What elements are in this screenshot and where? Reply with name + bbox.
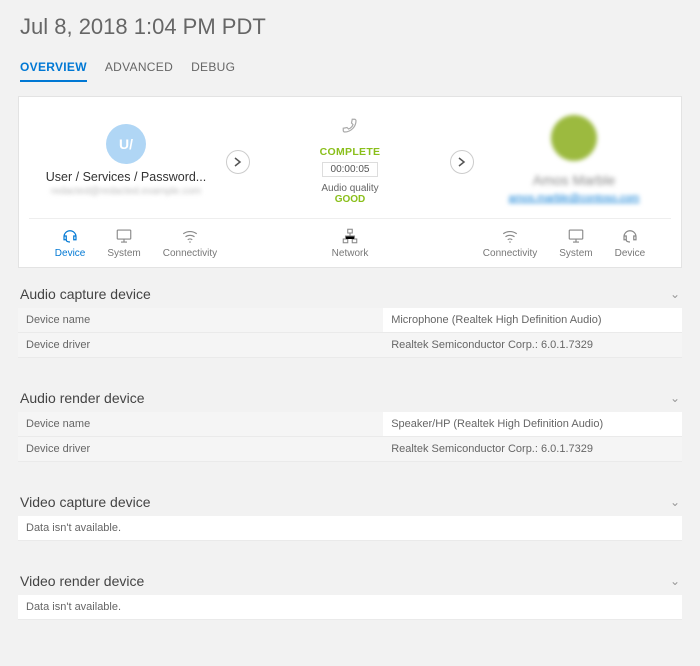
call-status: COMPLETE [259, 146, 441, 158]
chevron-right-icon[interactable] [450, 150, 474, 174]
tabs: OVERVIEW ADVANCED DEBUG [0, 50, 700, 82]
icon-tab-network[interactable]: Network [332, 227, 369, 259]
section-header[interactable]: Audio render device ⌄ [18, 382, 682, 412]
icon-label: Network [332, 248, 369, 259]
section-title: Audio render device [20, 390, 145, 406]
kv-key: Device driver [18, 437, 383, 462]
section-audio-render: Audio render device ⌄ Device nameSpeaker… [18, 382, 682, 462]
section-title: Audio capture device [20, 286, 151, 302]
caller-party: U/ User / Services / Password... redacte… [29, 120, 223, 203]
icon-label: Connectivity [163, 248, 217, 259]
chevron-down-icon: ⌄ [670, 391, 680, 405]
icon-tab-device[interactable]: Device [55, 227, 86, 259]
icon-tab-system[interactable]: System [559, 227, 592, 259]
call-status-block: COMPLETE 00:00:05 Audio quality GOOD [253, 112, 447, 211]
icon-label: System [559, 248, 592, 259]
icon-tab-device[interactable]: Device [615, 227, 646, 259]
headset-icon [621, 227, 639, 245]
chevron-down-icon: ⌄ [670, 495, 680, 509]
wifi-icon [181, 227, 199, 245]
table-row: Device nameSpeaker/HP (Realtek High Defi… [18, 412, 682, 437]
section-title: Video render device [20, 573, 144, 589]
empty-message: Data isn't available. [18, 516, 682, 541]
icon-tab-connectivity[interactable]: Connectivity [483, 227, 537, 259]
kv-value: Realtek Semiconductor Corp.: 6.0.1.7329 [383, 437, 682, 462]
avatar [551, 115, 597, 161]
table-row: Device driverRealtek Semiconductor Corp.… [18, 333, 682, 358]
section-video-capture: Video capture device ⌄ Data isn't availa… [18, 486, 682, 541]
caller-sub: redacted@redacted.example.com [35, 186, 217, 197]
kv-table: Device nameMicrophone (Realtek High Defi… [18, 308, 682, 358]
kv-key: Device driver [18, 333, 383, 358]
icon-label: System [107, 248, 140, 259]
tab-advanced[interactable]: ADVANCED [105, 60, 173, 82]
network-icon [341, 227, 359, 245]
audio-quality-value: GOOD [259, 194, 441, 205]
section-header[interactable]: Audio capture device ⌄ [18, 278, 682, 308]
chevron-down-icon: ⌄ [670, 287, 680, 301]
table-row: Device nameMicrophone (Realtek High Defi… [18, 308, 682, 333]
audio-quality-label: Audio quality [259, 183, 441, 194]
avatar: U/ [106, 124, 146, 164]
section-title: Video capture device [20, 494, 151, 510]
call-duration: 00:00:05 [322, 162, 379, 177]
callee-link[interactable]: amos.marble@contoso.com [509, 192, 640, 204]
section-header[interactable]: Video capture device ⌄ [18, 486, 682, 516]
empty-message: Data isn't available. [18, 595, 682, 620]
table-row: Data isn't available. [18, 516, 682, 541]
endpoint-tabs: Device System Connectivity Network [29, 218, 671, 263]
call-summary-card: U/ User / Services / Password... redacte… [18, 96, 682, 268]
icon-label: Connectivity [483, 248, 537, 259]
tab-debug[interactable]: DEBUG [191, 60, 235, 82]
monitor-icon [567, 227, 585, 245]
kv-value: Speaker/HP (Realtek High Definition Audi… [383, 412, 682, 437]
icon-label: Device [55, 248, 86, 259]
chevron-right-icon[interactable] [226, 150, 250, 174]
kv-table: Device nameSpeaker/HP (Realtek High Defi… [18, 412, 682, 462]
callee-party: Amos Marble amos.marble@contoso.com [477, 111, 671, 212]
kv-table: Data isn't available. [18, 595, 682, 620]
chevron-down-icon: ⌄ [670, 574, 680, 588]
icon-tab-system[interactable]: System [107, 227, 140, 259]
kv-value: Microphone (Realtek High Definition Audi… [383, 308, 682, 333]
kv-key: Device name [18, 412, 383, 437]
monitor-icon [115, 227, 133, 245]
kv-table: Data isn't available. [18, 516, 682, 541]
callee-name: Amos Marble [483, 172, 665, 188]
section-header[interactable]: Video render device ⌄ [18, 565, 682, 595]
section-audio-capture: Audio capture device ⌄ Device nameMicrop… [18, 278, 682, 358]
kv-key: Device name [18, 308, 383, 333]
table-row: Device driverRealtek Semiconductor Corp.… [18, 437, 682, 462]
caller-name: User / Services / Password... [35, 170, 217, 184]
headset-icon [61, 227, 79, 245]
phone-icon [341, 116, 359, 142]
section-video-render: Video render device ⌄ Data isn't availab… [18, 565, 682, 620]
table-row: Data isn't available. [18, 595, 682, 620]
kv-value: Realtek Semiconductor Corp.: 6.0.1.7329 [383, 333, 682, 358]
icon-tab-connectivity[interactable]: Connectivity [163, 227, 217, 259]
wifi-icon [501, 227, 519, 245]
page-title: Jul 8, 2018 1:04 PM PDT [0, 0, 700, 50]
tab-overview[interactable]: OVERVIEW [20, 60, 87, 82]
icon-label: Device [615, 248, 646, 259]
